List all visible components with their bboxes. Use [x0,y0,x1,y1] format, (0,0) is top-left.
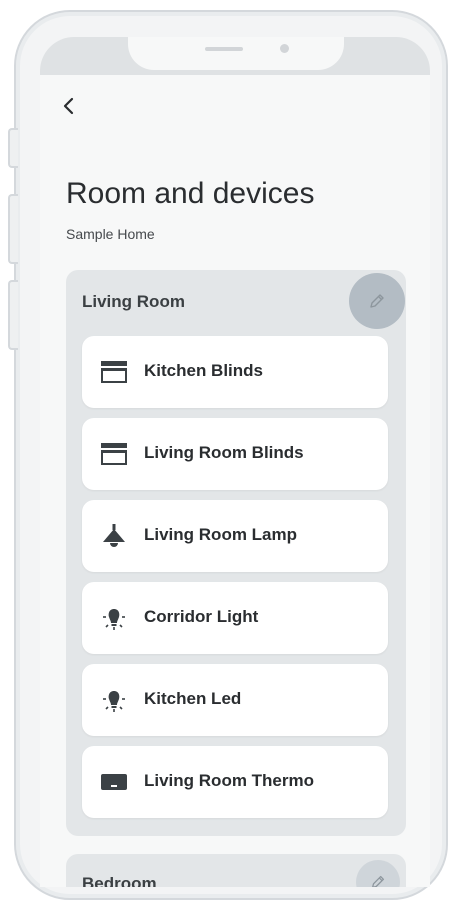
device-item[interactable]: Corridor Light [82,582,388,654]
edit-room-button[interactable] [349,273,405,329]
room-name: Bedroom [82,874,157,887]
room-card-bedroom: Bedroom [66,854,406,887]
bulb-icon [103,609,125,630]
device-item[interactable]: Kitchen Blinds [82,336,388,408]
device-name: Living Room Thermo [144,771,314,790]
room-card-living-room: Living Room Kitchen Blinds Living Room B… [66,270,406,836]
speaker [205,47,243,51]
edit-room-button[interactable] [356,860,400,887]
device-item[interactable]: Living Room Blinds [82,418,388,490]
side-button [8,194,18,264]
device-name: Living Room Blinds [144,443,304,462]
blinds-icon [101,443,127,465]
room-name: Living Room [82,292,185,311]
device-name: Kitchen Led [144,689,242,708]
device-item[interactable]: Kitchen Led [82,664,388,736]
side-button [8,128,18,168]
notch [128,37,344,70]
device-name: Living Room Lamp [144,525,297,544]
app-screen: Room and devices Sample Home Living Room… [40,37,430,887]
chevron-left-icon [63,97,74,115]
blinds-icon [101,361,127,383]
side-button [8,280,18,350]
device-name: Kitchen Blinds [144,361,264,380]
home-name: Sample Home [66,226,155,242]
pencil-icon [370,294,384,308]
device-item[interactable]: Living Room Lamp [82,500,388,572]
back-button[interactable] [62,95,84,121]
pencil-icon [372,875,385,887]
ceiling-lamp-icon [103,524,125,547]
device-name: Corridor Light [144,607,259,626]
camera [280,44,289,53]
device-item[interactable]: Living Room Thermo [82,746,388,818]
page-title: Room and devices [66,177,315,210]
thermostat-icon [101,774,127,790]
bulb-icon [103,691,125,712]
